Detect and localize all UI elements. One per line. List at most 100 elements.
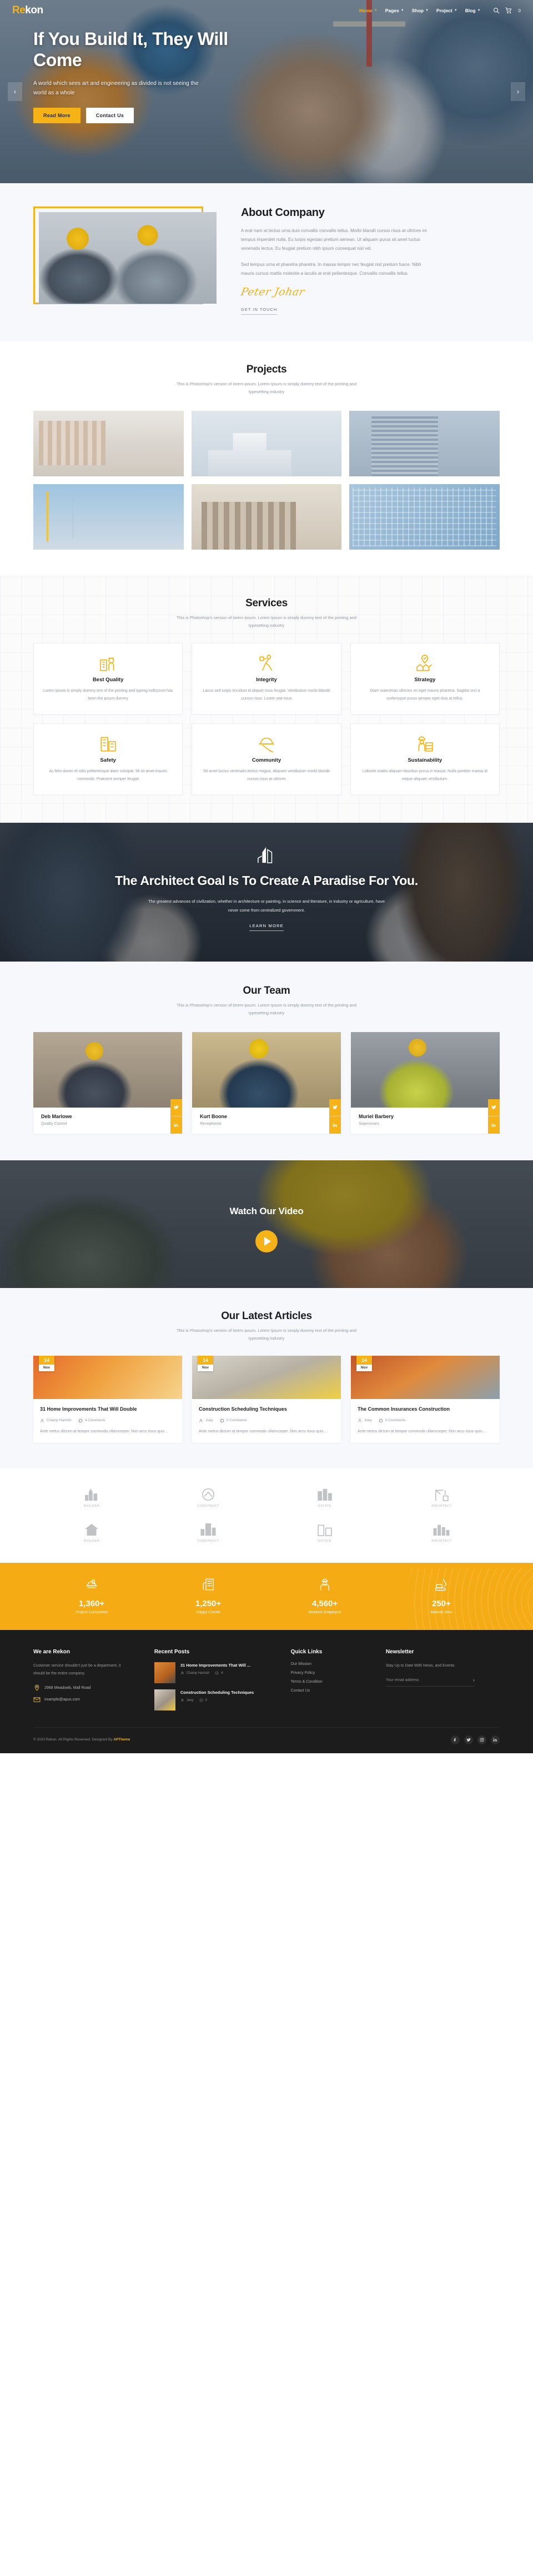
article-title[interactable]: 31 Home Improvements That Will Double (40, 1406, 175, 1413)
chevron-right-icon[interactable]: › (473, 1677, 475, 1683)
brand-label: ARCHITECT (431, 1504, 452, 1508)
article-body: The Common Insurances Construction Joey … (351, 1399, 500, 1443)
instagram-icon[interactable] (477, 1735, 486, 1744)
recent-post-author: Champ Hamish (180, 1671, 209, 1675)
member-name: Kurt Boone (200, 1113, 227, 1119)
member-name: Muriel Barbery (359, 1113, 394, 1119)
team-member-card[interactable]: Kurt Boone Receptionist (192, 1032, 341, 1134)
section-subtitle: This is Photoshop's version of lorem ips… (176, 1327, 357, 1341)
brand-logo[interactable]: CONSTRUCT (150, 1487, 266, 1508)
article-title[interactable]: The Common Insurances Construction (358, 1406, 493, 1413)
read-more-button[interactable]: Read More (33, 107, 81, 123)
nav-item-project[interactable]: Project ▼ (436, 8, 457, 13)
service-text: Lacus sed turpis tincidunt id aliquet ri… (203, 689, 330, 701)
project-item[interactable] (349, 484, 500, 550)
service-card-integrity[interactable]: Integrity Lacus sed turpis tincidunt id … (192, 643, 341, 715)
team-member-card[interactable]: Deb Marlowe Quality Control (33, 1032, 182, 1134)
comment-icon (379, 1418, 383, 1422)
service-card-sustainability[interactable]: Sustainability Lobortis mattis aliquam f… (350, 723, 500, 795)
newsletter-email-input[interactable] (385, 1678, 458, 1682)
footer-recent-posts-column: Recent Posts 31 Home Improvements That W… (154, 1649, 279, 1710)
footer-recent-item[interactable]: 31 Home Improvements That Will ... Champ… (154, 1662, 279, 1683)
team-grid: Deb Marlowe Quality Control Kurt Boone R… (33, 1032, 500, 1134)
nav-item-pages[interactable]: Pages ▼ (385, 8, 404, 13)
article-card[interactable]: 14 Nov Construction Scheduling Technique… (192, 1356, 341, 1443)
comments-count: 0 Comments (226, 1418, 247, 1422)
brand-logo[interactable]: CONSTRUCT (150, 1522, 266, 1543)
member-photo (33, 1032, 182, 1108)
nav-item-blog[interactable]: Blog ▼ (465, 8, 481, 13)
slider-next-button[interactable]: › (511, 82, 525, 101)
member-info: Kurt Boone Receptionist (192, 1108, 341, 1134)
brand-logo[interactable]: BUILDER (33, 1487, 150, 1508)
articles-heading: Our Latest Articles This is Photoshop's … (33, 1310, 500, 1343)
play-triangle (264, 1236, 271, 1246)
section-title: Our Latest Articles (221, 1310, 312, 1322)
article-title[interactable]: Construction Scheduling Techniques (199, 1406, 334, 1413)
cart-icon[interactable] (505, 7, 512, 14)
project-item[interactable] (349, 410, 500, 476)
brand-logo[interactable]: ARCHITECT (383, 1487, 500, 1508)
linkedin-icon[interactable] (488, 1116, 500, 1134)
quick-link-contact-us[interactable]: Contact Us (291, 1689, 374, 1693)
project-item[interactable] (191, 410, 342, 476)
search-icon[interactable] (493, 7, 500, 14)
nav-item-shop[interactable]: Shop ▼ (412, 8, 429, 13)
footer-recent-item[interactable]: Construction Scheduling Techniques Joey … (154, 1689, 279, 1710)
service-card-best-quality[interactable]: Best Quality Lorem ipsum is simply dummy… (33, 643, 183, 715)
article-date-badge: 14 Nov (198, 1356, 213, 1371)
author-name: Joey (364, 1418, 372, 1422)
member-social-links (329, 1099, 341, 1134)
brand-logo[interactable]: BUILDER (33, 1522, 150, 1543)
logo-re: Re (12, 4, 26, 16)
site-logo[interactable]: Rekon (12, 4, 43, 17)
brand-label: CONSTRUCT (197, 1539, 219, 1543)
team-member-card[interactable]: Muriel Barbery Supervisors (351, 1032, 500, 1134)
project-item[interactable] (33, 410, 184, 476)
twitter-icon[interactable] (329, 1099, 341, 1116)
get-in-touch-link[interactable]: GET IN TOUCH (241, 307, 278, 315)
quick-link-our-mission[interactable]: Our Mission (291, 1662, 374, 1666)
learn-more-link[interactable]: LEARN MORE (249, 923, 284, 932)
recent-post-thumb (154, 1689, 175, 1710)
slider-prev-button[interactable]: ‹ (8, 82, 22, 101)
section-title: Our Team (243, 985, 290, 997)
nav-item-home[interactable]: Home ▼ (359, 8, 378, 13)
brands-grid: BUILDER CONSTRUCT ESTATE ARCHITECT BUILD… (33, 1487, 500, 1543)
author-name: Joey (205, 1418, 213, 1422)
article-card[interactable]: 14 Nov 31 Home Improvements That Will Do… (33, 1356, 182, 1443)
brand-logo[interactable]: ESTATE (266, 1522, 383, 1543)
nav-label: Home (359, 8, 373, 13)
twitter-icon[interactable] (464, 1735, 473, 1744)
articles-grid: 14 Nov 31 Home Improvements That Will Do… (33, 1356, 500, 1443)
contact-us-button[interactable]: Contact Us (86, 107, 134, 123)
quick-link-terms-condition[interactable]: Terms & Condition (291, 1680, 374, 1684)
project-item[interactable] (191, 484, 342, 550)
brand-logo[interactable]: ESTATE (266, 1487, 383, 1508)
service-card-strategy[interactable]: Strategy Diam maecenas ultricies mi eget… (350, 643, 500, 715)
quick-link-privacy-policy[interactable]: Privacy Policy (291, 1671, 374, 1675)
stat-label: Workers Employed (308, 1610, 341, 1614)
article-card[interactable]: 14 Nov The Common Insurances Constructio… (351, 1356, 500, 1443)
footer-email[interactable]: example@apus.com (33, 1696, 142, 1703)
linkedin-icon[interactable] (491, 1735, 500, 1744)
service-card-safety[interactable]: Safety Ac felis donec et odio pellentesq… (33, 723, 183, 795)
linkedin-icon[interactable] (170, 1116, 182, 1134)
user-icon (180, 1698, 184, 1702)
article-author: Joey (358, 1418, 372, 1423)
brand-logo[interactable]: ARCHITECT (383, 1522, 500, 1543)
brand-label: CONSTRUCT (197, 1504, 219, 1508)
comments-count: 4 Comments (84, 1418, 105, 1422)
footer-columns: We are Rekon Customer service shouldn't … (33, 1649, 500, 1710)
project-item[interactable] (33, 484, 184, 550)
twitter-icon[interactable] (170, 1099, 182, 1116)
team-heading: Our Team This is Photoshop's version of … (33, 985, 500, 1018)
twitter-icon[interactable] (488, 1099, 500, 1116)
linkedin-icon[interactable] (329, 1116, 341, 1134)
map-pin-icon (34, 1684, 39, 1691)
play-icon[interactable] (255, 1230, 278, 1252)
service-card-community[interactable]: Community Sit amet luctus venenatis lect… (192, 723, 341, 795)
services-section: Services This is Photoshop's version of … (0, 575, 533, 823)
bricklayer-icon (360, 734, 490, 754)
facebook-icon[interactable] (451, 1735, 460, 1744)
